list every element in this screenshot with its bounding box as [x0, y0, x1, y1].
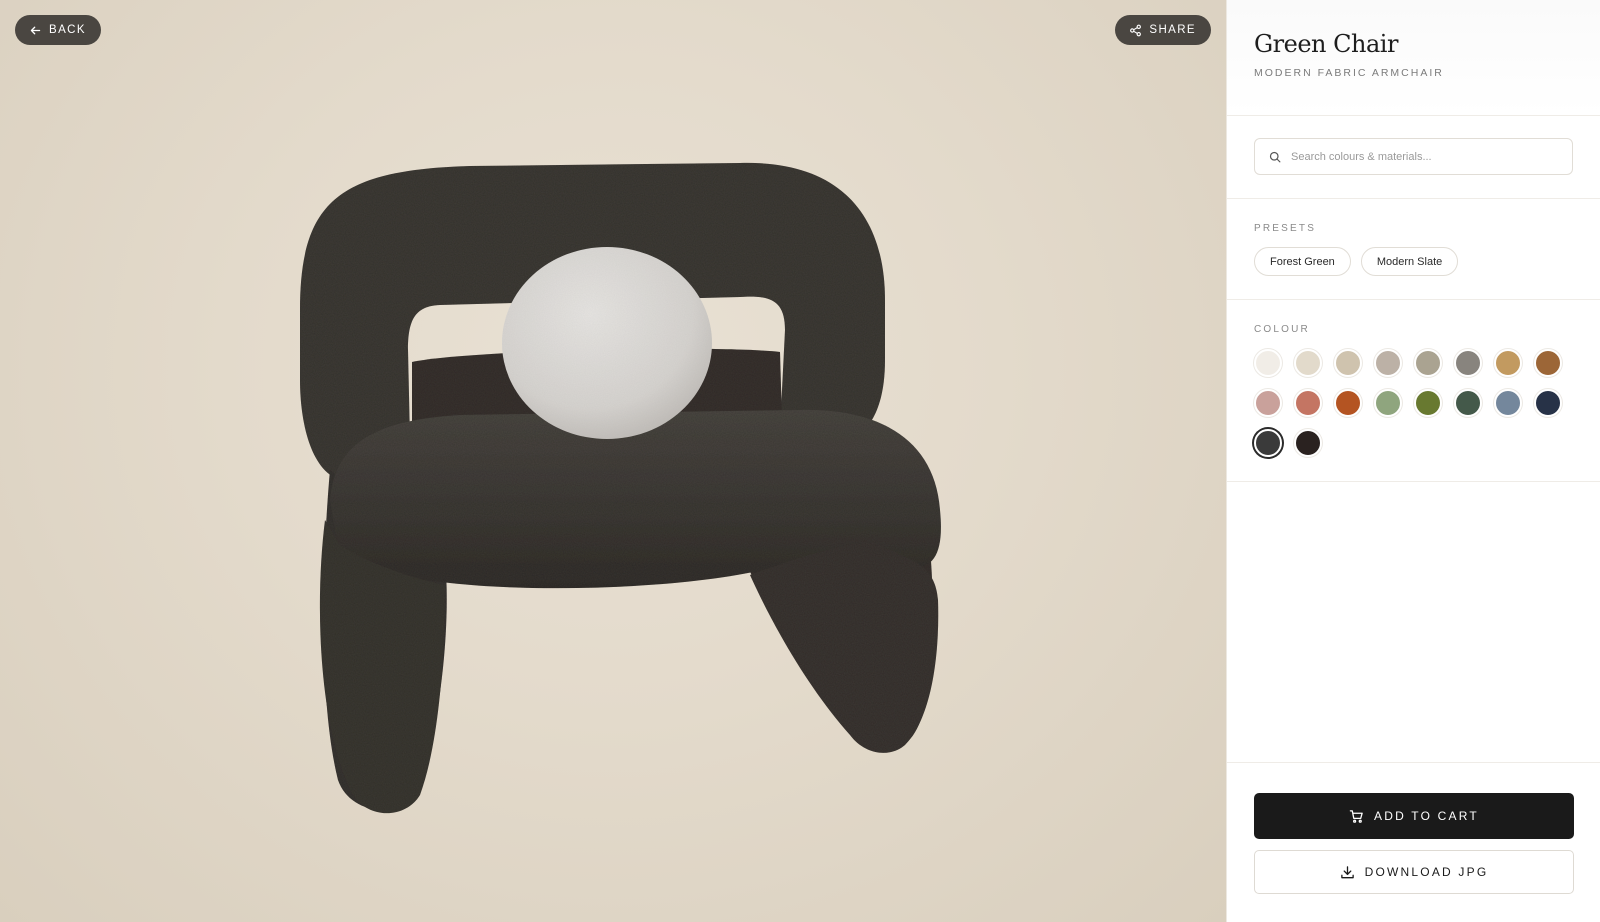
colour-swatch[interactable] — [1294, 389, 1322, 417]
cart-icon — [1349, 809, 1363, 823]
presets-list: Forest Green Modern Slate — [1254, 247, 1573, 276]
back-button[interactable]: BACK — [15, 15, 101, 45]
preset-forest-green[interactable]: Forest Green — [1254, 247, 1351, 276]
product-viewer[interactable]: BACK SHARE — [0, 0, 1226, 922]
colour-swatch[interactable] — [1374, 389, 1402, 417]
download-jpg-button[interactable]: DOWNLOAD JPG — [1254, 850, 1574, 894]
search-section — [1227, 116, 1600, 199]
download-icon — [1340, 865, 1354, 878]
search-box[interactable] — [1254, 138, 1573, 175]
colour-swatch[interactable] — [1454, 349, 1482, 377]
actions-section: ADD TO CART DOWNLOAD JPG — [1227, 762, 1600, 922]
colour-swatch[interactable] — [1374, 349, 1402, 377]
download-jpg-label: DOWNLOAD JPG — [1364, 865, 1489, 879]
colour-label: COLOUR — [1254, 324, 1310, 335]
chair-render[interactable] — [0, 0, 1226, 922]
add-to-cart-label: ADD TO CART — [1374, 809, 1479, 823]
colour-swatch[interactable] — [1534, 349, 1562, 377]
add-to-cart-button[interactable]: ADD TO CART — [1254, 793, 1574, 839]
search-input[interactable] — [1291, 150, 1558, 163]
colour-swatch[interactable] — [1534, 389, 1562, 417]
product-header: Green Chair MODERN FABRIC ARMCHAIR — [1227, 0, 1600, 116]
share-icon — [1130, 24, 1142, 36]
colour-swatch[interactable] — [1334, 389, 1362, 417]
colour-swatch[interactable] — [1294, 349, 1322, 377]
colour-swatch[interactable] — [1494, 389, 1522, 417]
product-subtitle: MODERN FABRIC ARMCHAIR — [1254, 67, 1444, 79]
presets-section: PRESETS Forest Green Modern Slate — [1227, 199, 1600, 300]
presets-label: PRESETS — [1254, 223, 1317, 234]
colour-swatch[interactable] — [1414, 349, 1442, 377]
colour-swatch[interactable] — [1414, 389, 1442, 417]
colour-swatch-grid — [1254, 349, 1573, 457]
preset-modern-slate[interactable]: Modern Slate — [1360, 247, 1459, 276]
share-button[interactable]: SHARE — [1115, 15, 1211, 45]
search-icon — [1269, 151, 1281, 162]
product-title: Green Chair — [1254, 30, 1398, 58]
colour-swatch[interactable] — [1334, 349, 1362, 377]
colour-swatch[interactable] — [1254, 389, 1282, 417]
colour-swatch[interactable] — [1294, 429, 1322, 457]
colour-swatch[interactable] — [1454, 389, 1482, 417]
arrow-left-icon — [30, 26, 41, 34]
colour-section: COLOUR — [1227, 300, 1600, 482]
colour-swatch[interactable] — [1494, 349, 1522, 377]
colour-swatch[interactable] — [1254, 429, 1282, 457]
back-label: BACK — [49, 24, 86, 36]
share-label: SHARE — [1149, 24, 1196, 36]
configurator-panel: Green Chair MODERN FABRIC ARMCHAIR PRESE… — [1226, 0, 1600, 922]
colour-swatch[interactable] — [1254, 349, 1282, 377]
